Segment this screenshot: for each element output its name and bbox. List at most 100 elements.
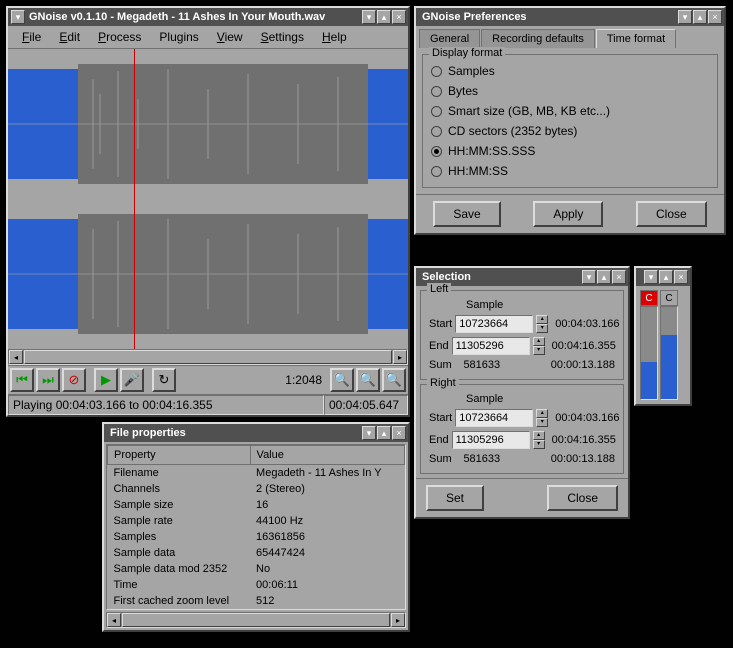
right-start-input[interactable] xyxy=(455,409,533,427)
record-button[interactable]: 🎤 xyxy=(120,368,144,392)
right-end-input[interactable] xyxy=(452,431,530,449)
clip-indicator-left[interactable]: C xyxy=(640,290,658,306)
close-icon[interactable]: × xyxy=(612,270,626,284)
radio-hhmmss-sss[interactable]: HH:MM:SS.SSS xyxy=(429,141,711,161)
apply-button[interactable]: Apply xyxy=(533,201,603,227)
spin-up-icon[interactable]: ▴ xyxy=(533,431,545,440)
stop-button[interactable]: ⊘ xyxy=(62,368,86,392)
table-row: Samples16361856 xyxy=(108,529,405,545)
col-value[interactable]: Value xyxy=(250,446,404,465)
scroll-left-icon[interactable]: ◂ xyxy=(9,350,23,364)
prop-value: 65447424 xyxy=(250,545,404,561)
transport-toolbar: ⏮ ⏭ ⊘ ▶ 🎤 ↻ 1:2048 🔍 🔍 🔍 xyxy=(8,365,408,394)
close-icon[interactable]: × xyxy=(392,10,406,24)
minimize-icon[interactable]: ▾ xyxy=(644,270,658,284)
table-row: Time00:06:11 xyxy=(108,577,405,593)
prop-value: Megadeth - 11 Ashes In Y xyxy=(250,465,404,482)
props-h-scrollbar[interactable]: ◂ ▸ xyxy=(106,612,406,628)
menu-process[interactable]: Process xyxy=(90,28,149,46)
zoom-ratio: 1:2048 xyxy=(285,373,322,387)
zoom-fit-icon[interactable]: 🔍 xyxy=(382,368,406,392)
scroll-right-icon[interactable]: ▸ xyxy=(391,613,405,627)
spin-up-icon[interactable]: ▴ xyxy=(536,409,548,418)
start-label: Start xyxy=(429,318,452,330)
skip-start-button[interactable]: ⏮ xyxy=(10,368,34,392)
tab-time-format[interactable]: Time format xyxy=(596,29,676,48)
prop-name: Sample rate xyxy=(108,513,251,529)
maximize-icon[interactable]: ▴ xyxy=(377,426,391,440)
spin-down-icon[interactable]: ▾ xyxy=(536,418,548,427)
prop-value: No xyxy=(250,561,404,577)
scroll-thumb[interactable] xyxy=(24,350,392,364)
minimize-icon[interactable]: ▾ xyxy=(582,270,596,284)
right-sum: 581633 xyxy=(460,453,530,465)
playback-cursor xyxy=(134,49,135,349)
close-icon[interactable]: × xyxy=(392,426,406,440)
meter-window: ▾ ▴ × C C xyxy=(634,266,692,406)
maximize-icon[interactable]: ▴ xyxy=(377,10,391,24)
prefs-titlebar[interactable]: GNoise Preferences ▾ ▴ × xyxy=(416,8,724,26)
close-icon[interactable]: × xyxy=(708,10,722,24)
menu-help[interactable]: Help xyxy=(314,28,355,46)
save-button[interactable]: Save xyxy=(433,201,500,227)
scroll-left-icon[interactable]: ◂ xyxy=(107,613,121,627)
radio-hhmmss[interactable]: HH:MM:SS xyxy=(429,161,711,181)
sysmenu-icon[interactable]: ▾ xyxy=(11,10,25,24)
skip-end-button[interactable]: ⏭ xyxy=(36,368,60,392)
left-start-input[interactable] xyxy=(455,315,533,333)
zoom-out-icon[interactable]: 🔍 xyxy=(356,368,380,392)
scroll-thumb[interactable] xyxy=(122,613,390,627)
zoom-in-icon[interactable]: 🔍 xyxy=(330,368,354,392)
level-meters: C C xyxy=(636,286,690,404)
table-row: Sample data65447424 xyxy=(108,545,405,561)
file-properties-window: File properties ▾ ▴ × Property Value Fil… xyxy=(102,422,410,632)
tab-general[interactable]: General xyxy=(419,29,480,48)
menu-file[interactable]: File xyxy=(14,28,49,46)
menu-edit[interactable]: Edit xyxy=(51,28,88,46)
minimize-icon[interactable]: ▾ xyxy=(362,426,376,440)
close-icon[interactable]: × xyxy=(674,270,688,284)
table-row: Channels2 (Stereo) xyxy=(108,481,405,497)
prop-name: Sample data mod 2352 xyxy=(108,561,251,577)
menu-settings[interactable]: Settings xyxy=(253,28,312,46)
props-title: File properties xyxy=(106,427,361,439)
spin-up-icon[interactable]: ▴ xyxy=(536,315,548,324)
waveform-display[interactable] xyxy=(8,49,408,349)
prop-name: Channels xyxy=(108,481,251,497)
props-titlebar[interactable]: File properties ▾ ▴ × xyxy=(104,424,408,442)
radio-samples[interactable]: Samples xyxy=(429,61,711,81)
main-titlebar[interactable]: ▾ GNoise v0.1.10 - Megadeth - 11 Ashes I… xyxy=(8,8,408,26)
radio-bytes[interactable]: Bytes xyxy=(429,81,711,101)
radio-smart-size[interactable]: Smart size (GB, MB, KB etc...) xyxy=(429,101,711,121)
right-channel-fieldset: Right Sample Start ▴▾ 00:04:03.166 End ▴… xyxy=(420,384,624,474)
close-button[interactable]: Close xyxy=(547,485,618,511)
tab-recording-defaults[interactable]: Recording defaults xyxy=(481,29,595,48)
spin-up-icon[interactable]: ▴ xyxy=(533,337,545,346)
maximize-icon[interactable]: ▴ xyxy=(597,270,611,284)
display-format-label: Display format xyxy=(429,47,505,59)
main-window: ▾ GNoise v0.1.10 - Megadeth - 11 Ashes I… xyxy=(6,6,410,417)
menu-plugins[interactable]: Plugins xyxy=(151,28,206,46)
col-property[interactable]: Property xyxy=(108,446,251,465)
play-button[interactable]: ▶ xyxy=(94,368,118,392)
menu-view[interactable]: View xyxy=(209,28,251,46)
spin-down-icon[interactable]: ▾ xyxy=(536,324,548,333)
meter-titlebar[interactable]: ▾ ▴ × xyxy=(636,268,690,286)
prop-name: Filename xyxy=(108,465,251,482)
maximize-icon[interactable]: ▴ xyxy=(693,10,707,24)
spin-down-icon[interactable]: ▾ xyxy=(533,346,545,355)
left-sum: 581633 xyxy=(460,359,530,371)
loop-button[interactable]: ↻ xyxy=(152,368,176,392)
left-end-input[interactable] xyxy=(452,337,530,355)
spin-down-icon[interactable]: ▾ xyxy=(533,440,545,449)
minimize-icon[interactable]: ▾ xyxy=(362,10,376,24)
clip-indicator-right[interactable]: C xyxy=(660,290,678,306)
close-button[interactable]: Close xyxy=(636,201,707,227)
set-button[interactable]: Set xyxy=(426,485,484,511)
left-channel-fieldset: Left Sample Start ▴▾ 00:04:03.166 End ▴▾… xyxy=(420,290,624,380)
h-scrollbar[interactable]: ◂ ▸ xyxy=(8,349,408,365)
scroll-right-icon[interactable]: ▸ xyxy=(393,350,407,364)
radio-cd-sectors[interactable]: CD sectors (2352 bytes) xyxy=(429,121,711,141)
maximize-icon[interactable]: ▴ xyxy=(659,270,673,284)
minimize-icon[interactable]: ▾ xyxy=(678,10,692,24)
